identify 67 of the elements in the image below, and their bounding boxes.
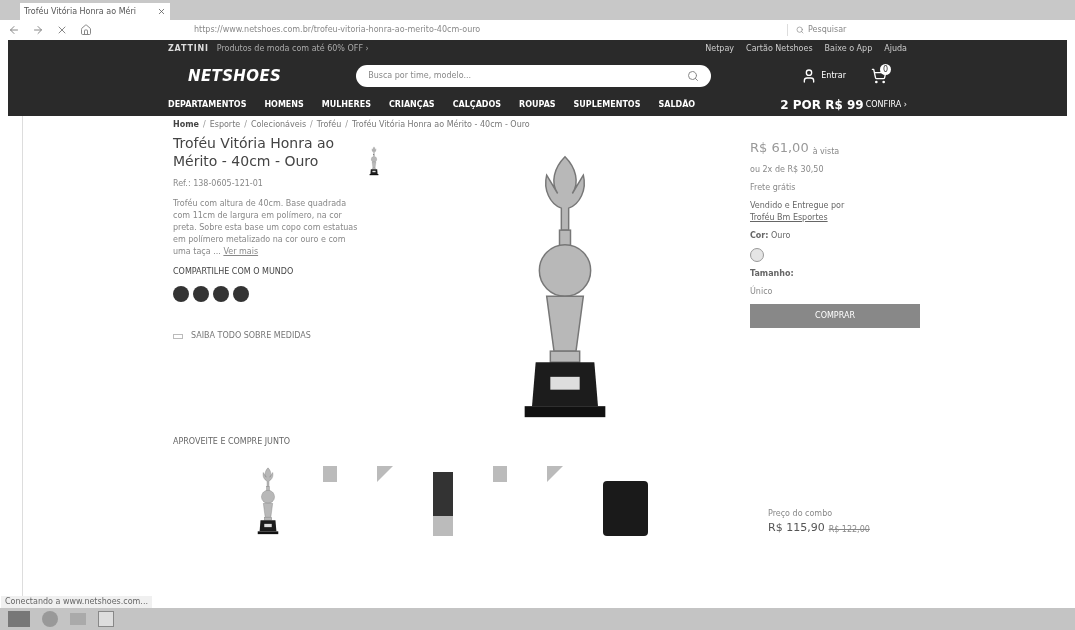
zattini-link[interactable]: ZATTINI <box>168 43 209 55</box>
login-link[interactable]: Entrar <box>801 68 846 84</box>
installments: ou 2x de R$ 30,50 <box>750 163 825 176</box>
back-icon[interactable] <box>8 24 20 36</box>
size-label: Tamanho: <box>750 267 795 280</box>
combo-price: R$ 115,90 <box>768 519 825 536</box>
forward-icon[interactable] <box>32 24 44 36</box>
wristband-image <box>603 481 648 536</box>
breadcrumb-link[interactable]: Home <box>173 119 199 131</box>
nav-item[interactable]: MULHERES <box>321 99 371 111</box>
price: R$ 61,00 <box>750 139 809 157</box>
ruler-icon <box>173 333 183 339</box>
buy-button[interactable]: COMPRAR <box>750 303 920 328</box>
cart-badge: 0 <box>880 64 891 75</box>
nav-item[interactable]: DEPARTAMENTOS <box>168 99 247 111</box>
shield-icon <box>323 466 337 482</box>
nav-item[interactable]: SUPLEMENTOS <box>573 99 641 111</box>
size-guide-link[interactable]: SAIBA TODO SOBRE MEDIDAS <box>191 330 311 342</box>
shield-icon <box>493 466 507 482</box>
search-icon <box>796 26 804 34</box>
nav-item[interactable]: SALDÃO <box>658 99 696 111</box>
header-link[interactable]: Netpay <box>705 43 735 55</box>
seller-link[interactable]: Troféu Bm Esportes <box>750 212 828 222</box>
nav-item[interactable]: CALÇADOS <box>452 99 502 111</box>
product-title: Troféu Vitória Honra ao Mérito - 40cm - Ouro <box>173 134 336 170</box>
close-icon[interactable] <box>157 7 166 16</box>
combo-label: Preço do combo <box>768 507 834 520</box>
logo[interactable]: NETSHOES <box>188 64 282 88</box>
breadcrumb-separator: / <box>310 119 313 131</box>
size-option[interactable]: Único <box>750 285 920 298</box>
header-link[interactable]: Baixe o App <box>824 43 873 55</box>
breadcrumb-link[interactable]: Esporte <box>209 119 241 131</box>
breadcrumb-separator: / <box>202 119 206 131</box>
price-note: à vista <box>812 145 840 158</box>
shipping-note: Frete grátis <box>750 181 797 194</box>
section-title: APROVEITE E COMPRE JUNTO <box>173 436 292 448</box>
promo-link[interactable]: Produtos de moda com até 60% OFF › <box>216 43 369 55</box>
old-price: R$ 122,00 <box>828 524 870 536</box>
nav-item[interactable]: ROUPAS <box>519 99 556 111</box>
status-bar: Conectando a www.netshoes.com... <box>1 596 152 608</box>
seller-info: Vendido e Entregue por Troféu Bm Esportes <box>750 199 846 224</box>
breadcrumb-separator: / <box>345 119 348 131</box>
color-swatch[interactable] <box>750 247 764 262</box>
stop-icon[interactable] <box>56 24 68 36</box>
more-link[interactable]: Ver mais <box>223 247 259 256</box>
promo-banner[interactable]: 2 POR R$ 99 <box>780 96 864 114</box>
browser-search-field[interactable]: Pesquisar <box>787 24 907 36</box>
browser-tab[interactable]: Troféu Vitória Honra ao Méri <box>20 3 170 20</box>
color-label: Cor: Ouro <box>750 229 792 242</box>
share-title: COMPARTILHE COM O MUNDO <box>173 266 295 278</box>
address-bar[interactable]: https://www.netshoes.com.br/trofeu-vitoria-honra-ao-merito-40cm-ouro <box>194 24 754 36</box>
breadcrumb-link[interactable]: Troféu <box>316 119 342 131</box>
search-icon <box>687 70 700 82</box>
nav-item[interactable]: HOMENS <box>264 99 304 111</box>
thumbnail-image <box>368 146 380 176</box>
promo-link[interactable]: CONFIRA › <box>865 99 907 111</box>
breadcrumb-link[interactable]: Troféu Vitória Honra ao Mérito - 40cm - Ouro <box>352 119 530 131</box>
header-link[interactable]: Cartão Netshoes <box>746 43 813 55</box>
home-icon[interactable] <box>80 24 92 36</box>
header-link[interactable]: Ajuda <box>884 43 907 55</box>
product-description: Troféu com altura de 40cm. Base quadrada com 11cm de largura em polímero, na cor preta. Sobre esta base um copo com estatuas em polímero metalizado na cor ouro e com uma taça ... Ver mais <box>173 198 358 258</box>
medal-image <box>433 472 453 536</box>
breadcrumb-link[interactable]: Colecionáveis <box>250 119 307 131</box>
search-field[interactable]: Busca por time, modelo... <box>356 65 712 87</box>
product-code: Ref.: 138-0605-121-01 <box>173 178 264 190</box>
nav-item[interactable]: CRIANÇAS <box>388 99 435 111</box>
breadcrumb-separator: / <box>244 119 247 131</box>
